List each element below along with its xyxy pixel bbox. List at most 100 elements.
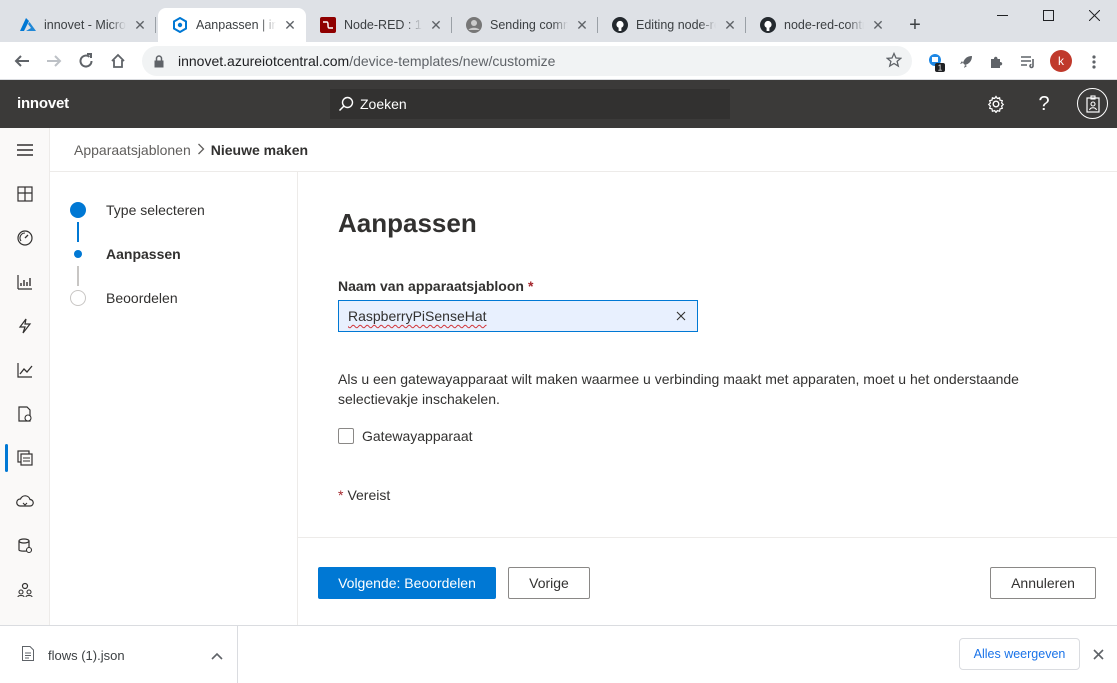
- data-export-icon[interactable]: [0, 480, 50, 524]
- app-header: innovet Zoeken ?: [0, 80, 1117, 128]
- profile-avatar[interactable]: k: [1050, 50, 1072, 72]
- github-icon: [760, 17, 776, 33]
- arrow-left-icon: [14, 55, 29, 67]
- next-review-button[interactable]: Volgende: Beoordelen: [318, 567, 496, 599]
- browser-toolbar: innovet.azureiotcentral.com/device-templ…: [0, 42, 1117, 80]
- url-path: /device-templates/new/customize: [349, 53, 556, 69]
- browser-tab-azure[interactable]: innovet - Microsoft Azure ✕: [6, 8, 156, 42]
- file-icon: [22, 646, 34, 664]
- step-beoordelen[interactable]: Beoordelen: [106, 290, 178, 306]
- jobs-icon[interactable]: [0, 392, 50, 436]
- template-name-input[interactable]: RaspberryPiSenseHat: [338, 300, 698, 332]
- rocket-icon[interactable]: [955, 51, 977, 73]
- node-red-icon: [320, 17, 336, 33]
- previous-button[interactable]: Vorige: [508, 567, 590, 599]
- url-domain: innovet.azureiotcentral.com: [178, 53, 350, 69]
- download-filename: flows (1).json: [48, 647, 125, 663]
- reload-button[interactable]: [72, 47, 100, 75]
- tab-close-icon[interactable]: ✕: [722, 17, 738, 33]
- browser-tab-node-red-contrib[interactable]: node-red-contrib ✕: [746, 8, 894, 42]
- gateway-checkbox-label[interactable]: Gatewayapparaat: [362, 428, 473, 444]
- search-box[interactable]: Zoeken: [330, 89, 730, 119]
- browser-tab-aanpassen[interactable]: Aanpassen | innovet ✕: [158, 8, 306, 42]
- administration-icon[interactable]: [0, 524, 50, 568]
- browser-tab-strip: innovet - Microsoft Azure ✕ Aanpassen | …: [0, 0, 1117, 42]
- tab-close-icon[interactable]: ✕: [870, 17, 886, 33]
- close-icon[interactable]: [1088, 644, 1108, 664]
- devices-gauge-icon[interactable]: [0, 216, 50, 260]
- chevron-right-icon: [197, 142, 205, 158]
- forward-button[interactable]: [40, 47, 68, 75]
- browser-tab-node-red[interactable]: Node-RED : 192.168 ✕: [306, 8, 452, 42]
- hamburger-menu-icon[interactable]: [0, 128, 50, 172]
- chevron-up-icon[interactable]: [211, 648, 223, 663]
- settings-gear-icon[interactable]: [984, 92, 1008, 116]
- address-bar[interactable]: innovet.azureiotcentral.com/device-templ…: [142, 46, 912, 76]
- step-done-icon: [70, 202, 86, 218]
- avatar-icon: [466, 17, 482, 33]
- search-placeholder: Zoeken: [360, 96, 407, 112]
- gateway-info-text: Als u een gatewayapparaat wilt maken waa…: [338, 371, 1019, 407]
- download-bar: flows (1).json Alles weergeven: [0, 625, 1117, 683]
- rules-icon[interactable]: [0, 304, 50, 348]
- user-avatar[interactable]: [1077, 88, 1108, 119]
- step-pending-icon: [70, 290, 86, 306]
- reading-list-icon[interactable]: [1017, 51, 1039, 73]
- azure-icon: [20, 17, 36, 33]
- tab-close-icon[interactable]: ✕: [282, 17, 298, 33]
- left-nav-rail: [0, 128, 50, 625]
- browser-menu-icon[interactable]: [1083, 51, 1105, 73]
- clear-input-icon[interactable]: [673, 308, 689, 324]
- app-name[interactable]: innovet: [17, 95, 69, 112]
- maximize-button[interactable]: [1025, 0, 1071, 30]
- puzzle-icon[interactable]: [986, 51, 1008, 73]
- breadcrumb-current: Nieuwe maken: [210, 141, 309, 158]
- tab-close-icon[interactable]: ✕: [132, 17, 148, 33]
- gateway-checkbox[interactable]: [338, 428, 354, 444]
- step-type-selecteren[interactable]: Type selecteren: [106, 202, 205, 218]
- breadcrumb-device-templates[interactable]: Apparaatsjablonen: [74, 142, 191, 158]
- required-asterisk: *: [527, 278, 534, 294]
- help-icon[interactable]: ?: [1032, 92, 1056, 116]
- required-note: * Vereist: [338, 487, 391, 503]
- tab-close-icon[interactable]: ✕: [428, 17, 444, 33]
- gateway-checkbox-row[interactable]: Gatewayapparaat: [338, 428, 473, 444]
- home-button[interactable]: [104, 47, 132, 75]
- tab-close-icon[interactable]: ✕: [574, 17, 590, 33]
- form-footer: Volgende: Beoordelen Vorige Annuleren: [298, 537, 1117, 625]
- page-title: Aanpassen: [338, 208, 477, 238]
- wizard-stepper: Type selecteren Aanpassen Beoordelen: [50, 172, 298, 625]
- step-connector: [77, 266, 79, 286]
- bookmark-star-icon[interactable]: [885, 51, 903, 71]
- device-templates-icon[interactable]: [0, 436, 50, 480]
- github-icon: [612, 17, 628, 33]
- required-note-asterisk: *: [338, 487, 344, 503]
- device-groups-icon[interactable]: [0, 260, 50, 304]
- reload-icon: [79, 53, 93, 68]
- dashboard-icon[interactable]: [0, 172, 50, 216]
- users-icon[interactable]: [0, 568, 50, 612]
- step-aanpassen[interactable]: Aanpassen: [106, 246, 181, 262]
- cancel-button[interactable]: Annuleren: [990, 567, 1096, 599]
- customize-form: Aanpassen Naam van apparaatsjabloon * Ras…: [298, 172, 1117, 537]
- browser-tab-editing-node-red[interactable]: Editing node-red ✕: [598, 8, 746, 42]
- id-badge-icon: [1085, 94, 1100, 113]
- template-name-label: Naam van apparaatsjabloon *: [338, 278, 534, 294]
- minimize-button[interactable]: [979, 0, 1025, 30]
- extension-icon[interactable]: 1: [925, 51, 947, 73]
- browser-tab-sending-commands[interactable]: Sending commands ✕: [452, 8, 598, 42]
- download-item[interactable]: flows (1).json: [12, 626, 238, 683]
- arrow-right-icon: [47, 55, 62, 67]
- step-connector: [77, 222, 79, 242]
- window-close-button[interactable]: [1071, 0, 1117, 30]
- svg-text:1: 1: [938, 64, 943, 73]
- analytics-icon[interactable]: [0, 348, 50, 392]
- show-all-downloads-button[interactable]: Alles weergeven: [959, 638, 1080, 670]
- new-tab-button[interactable]: +: [904, 14, 926, 36]
- back-button[interactable]: [8, 47, 36, 75]
- breadcrumb: Apparaatsjablonen Nieuwe maken: [50, 128, 1117, 172]
- search-icon: [338, 96, 354, 112]
- home-icon: [111, 53, 125, 68]
- step-current-icon: [74, 250, 82, 258]
- lock-icon: [154, 54, 168, 68]
